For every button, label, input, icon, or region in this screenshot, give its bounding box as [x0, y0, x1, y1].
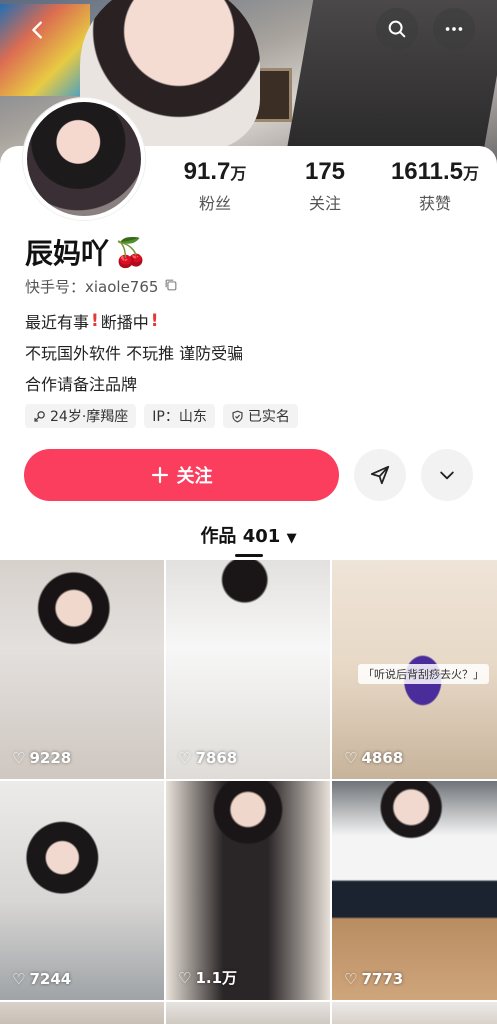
send-icon [370, 465, 390, 485]
avatar[interactable] [23, 98, 145, 220]
stat-followers[interactable]: 91.7万 粉丝 [160, 158, 270, 218]
copy-button[interactable] [164, 278, 178, 296]
video-caption: 「听说后背刮痧去火？」 [358, 664, 489, 684]
nickname: 辰妈吖 🍒 [25, 232, 148, 272]
chevron-down-icon [440, 471, 454, 480]
bio-text: 最近有事 [25, 313, 90, 332]
caret-down-icon: ▼ [286, 531, 297, 546]
exclamation-icon: ! [91, 311, 99, 331]
tag-text: 24岁·摩羯座 [50, 409, 129, 425]
stat-label: 获赞 [418, 194, 451, 213]
gender-icon [34, 410, 45, 422]
profile-tags: 24岁·摩羯座 IP：山东 已实名 [25, 404, 298, 428]
tag-ip: IP：山东 [144, 404, 215, 428]
copy-icon [166, 279, 177, 290]
heart-icon: ♡ [178, 749, 192, 767]
follow-button[interactable]: 关注 [24, 449, 339, 501]
video-thumbnail[interactable]: 「听说后背刮痧去火？」 ♡ 4868 [332, 560, 497, 779]
video-thumbnail[interactable]: ♡ 7773 [332, 781, 497, 1000]
stat-likes[interactable]: 1611.5万 获赞 [380, 158, 490, 218]
expand-button[interactable] [421, 449, 473, 501]
likes-text: 7244 [29, 970, 72, 988]
likes-text: 9228 [29, 749, 72, 767]
search-button[interactable] [376, 8, 418, 50]
tag-text: IP：山东 [152, 409, 207, 425]
bio-line-2: 不玩国外软件 不玩推 谨防受骗 [25, 340, 243, 364]
likes-text: 7868 [195, 749, 238, 767]
likes-count: ♡ 7773 [344, 970, 403, 988]
likes-count: ♡ 1.1万 [178, 967, 237, 988]
likes-count: ♡ 7868 [178, 749, 237, 767]
exclamation-icon: ! [150, 311, 159, 331]
user-id-text: 快手号：xiaole765 [25, 278, 159, 296]
likes-count: ♡ 9228 [12, 749, 71, 767]
bio-text: 合作请备注品牌 [25, 375, 138, 394]
tab-label: 作品 401 [200, 526, 281, 547]
tag-age-zodiac: 24岁·摩羯座 [25, 404, 137, 428]
stat-value: 1611.5 [390, 158, 464, 185]
video-thumbnail[interactable]: ♡ 7244 [0, 781, 164, 1000]
stat-label: 关注 [308, 194, 341, 213]
heart-icon: ♡ [178, 968, 192, 987]
stat-value: 91.7 [183, 158, 231, 185]
tab-works[interactable]: 作品 401 ▼ [0, 522, 497, 557]
plus-icon [151, 466, 168, 484]
heart-icon: ♡ [344, 749, 358, 767]
bio-line-1: 最近有事 ! 断播中 ! [25, 309, 159, 333]
tab-underline [234, 554, 263, 557]
user-id: 快手号：xiaole765 [25, 276, 178, 297]
stat-unit: 万 [230, 164, 247, 183]
stat-unit: 万 [463, 164, 480, 183]
nickname-text: 辰妈吖 [25, 237, 110, 270]
bio-text: 不玩国外软件 不玩推 谨防受骗 [25, 344, 244, 363]
back-button[interactable] [20, 12, 56, 48]
follow-label: 关注 [176, 466, 213, 487]
verified-shield-icon [232, 410, 243, 422]
bio-text: 断播中 [100, 313, 149, 332]
stat-following[interactable]: 175 关注 [270, 158, 380, 218]
heart-icon: ♡ [12, 749, 26, 767]
likes-text: 7773 [361, 970, 404, 988]
video-thumbnail[interactable]: ♡ 7868 [166, 560, 330, 779]
stat-label: 粉丝 [198, 194, 231, 213]
likes-text: 1.1万 [195, 969, 238, 987]
video-thumbnail[interactable] [166, 1002, 330, 1024]
heart-icon: ♡ [12, 970, 26, 988]
video-thumbnail[interactable]: ♡ 1.1万 [166, 781, 330, 1000]
chevron-left-icon [32, 21, 42, 39]
likes-text: 4868 [361, 749, 404, 767]
more-button[interactable] [433, 8, 475, 50]
video-thumbnail[interactable]: ♡ 9228 [0, 560, 164, 779]
bio-line-3: 合作请备注品牌 [25, 371, 137, 395]
works-grid: ♡ 9228 ♡ 7868 「听说后背刮痧去火？」 ♡ 4868 ♡ 7244 ♡ 1.1… [0, 560, 497, 1024]
more-horizontal-icon [445, 27, 463, 31]
search-icon [388, 20, 406, 38]
cherry-emoji: 🍒 [113, 235, 148, 269]
share-button[interactable] [354, 449, 406, 501]
tag-text: 已实名 [247, 409, 290, 425]
profile-stats: 91.7万 粉丝 175 关注 1611.5万 获赞 [160, 158, 490, 218]
video-thumbnail[interactable] [0, 1002, 164, 1024]
video-thumbnail[interactable] [332, 1002, 497, 1024]
tag-verified: 已实名 [222, 404, 298, 428]
likes-count: ♡ 4868 [344, 749, 403, 767]
heart-icon: ♡ [344, 970, 358, 988]
likes-count: ♡ 7244 [12, 970, 71, 988]
stat-value: 175 [304, 158, 346, 185]
